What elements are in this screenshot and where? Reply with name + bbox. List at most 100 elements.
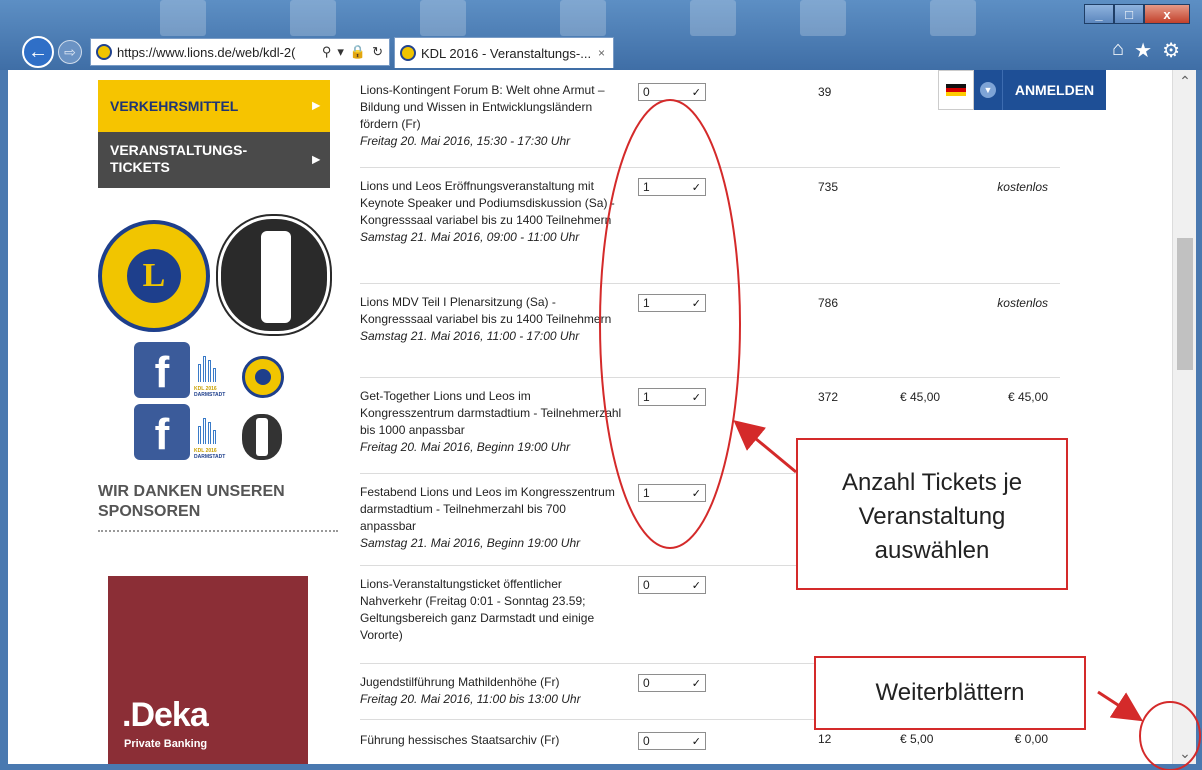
kdl-2016-logo: KDL 2016 DARMSTADT (194, 346, 238, 398)
ticket-quantity-select[interactable]: 1 ✓ (638, 178, 706, 196)
browser-tab[interactable]: KDL 2016 - Veranstaltungs-... × (394, 37, 614, 68)
lions-favicon-icon (96, 44, 112, 60)
chevron-down-icon: ✓ (691, 580, 701, 592)
lions-mini-logo (242, 356, 284, 398)
german-flag-icon (946, 84, 966, 96)
background-window-ghost (420, 0, 466, 36)
background-window-ghost (690, 0, 736, 36)
login-bar: ▼ ANMELDEN (938, 70, 1106, 110)
address-url[interactable]: https://www.lions.de/web/kdl-2( (117, 45, 316, 60)
leo-mini-logo (242, 414, 282, 460)
chevron-down-icon: ▼ (980, 82, 996, 98)
scroll-up-arrow-icon[interactable]: ⌃ (1173, 70, 1197, 92)
address-bar[interactable]: https://www.lions.de/web/kdl-2( ⚲ ▾ 🔒 ↻ (90, 38, 390, 66)
event-title: Get-Together Lions und Leos im Kongressz… (360, 389, 622, 437)
lions-international-logo: L (98, 220, 210, 332)
sidebar-item-label: VERANSTALTUNGS-TICKETS (110, 142, 248, 175)
language-dropdown-button[interactable]: ▼ (974, 70, 1002, 110)
close-window-button[interactable]: x (1144, 4, 1190, 24)
ticket-quantity-value: 1 (643, 390, 650, 404)
event-price: € 5,00 (900, 732, 934, 746)
tab-close-button[interactable]: × (590, 46, 613, 60)
ticket-quantity-select[interactable]: 0 ✓ (638, 674, 706, 692)
event-date: Freitag 20. Mai 2016, Beginn 19:00 Uhr (360, 440, 571, 454)
tickets-callout-box: Anzahl Tickets je Veranstaltung auswähle… (796, 438, 1068, 590)
vertical-scrollbar[interactable]: ⌃ ⌄ (1172, 70, 1196, 764)
facebook-icon[interactable]: f (134, 342, 190, 398)
facebook-icon[interactable]: f (134, 404, 190, 460)
facebook-leos-link[interactable]: f KDL 2016 DARMSTADT (134, 400, 282, 460)
scrollbar-thumb[interactable] (1177, 238, 1193, 370)
event-available-count: 39 (818, 85, 832, 99)
event-title: Festabend Lions und Leos im Kongresszent… (360, 485, 615, 533)
lions-logo-letter: L (124, 246, 184, 306)
event-title: Lions-Kontingent Forum B: Welt ohne Armu… (360, 83, 605, 131)
ticket-quantity-value: 0 (643, 578, 650, 592)
ticket-quantity-select[interactable]: 0 ✓ (638, 83, 706, 101)
event-title: Lions und Leos Eröffnungsveranstaltung m… (360, 179, 615, 227)
ticket-quantity-value: 0 (643, 734, 650, 748)
event-title: Lions MDV Teil I Plenarsitzung (Sa) - Ko… (360, 295, 612, 326)
search-icon[interactable]: ⚲ (322, 44, 332, 60)
chevron-down-icon: ✓ (691, 182, 701, 194)
chevron-right-icon: ▶ (312, 100, 320, 112)
home-icon[interactable]: ⌂ (1112, 38, 1124, 63)
ticket-quantity-select[interactable]: 1 ✓ (638, 484, 706, 502)
event-date: Freitag 20. Mai 2016, 15:30 - 17:30 Uhr (360, 134, 571, 148)
background-window-ghost (930, 0, 976, 36)
sidebar-item-veranstaltungs-tickets[interactable]: VERANSTALTUNGS-TICKETS ▶ (98, 132, 330, 188)
event-total: kostenlos (997, 180, 1048, 194)
browser-toolbar-icons: ⌂ ★ ⚙ (1112, 38, 1180, 63)
ticket-quantity-select[interactable]: 1 ✓ (638, 388, 706, 406)
chevron-down-icon: ✓ (691, 678, 701, 690)
background-window-ghost (160, 0, 206, 36)
forward-button[interactable]: ⇨ (58, 40, 82, 64)
window-frame (0, 764, 1202, 770)
event-title: Jugendstilführung Mathildenhöhe (Fr) (360, 675, 560, 689)
refresh-icon[interactable]: ↻ (372, 44, 383, 60)
favorites-star-icon[interactable]: ★ (1134, 38, 1152, 63)
background-window-ghost (290, 0, 336, 36)
lock-icon[interactable]: 🔒 (350, 44, 366, 60)
chevron-right-icon: ▶ (312, 154, 320, 166)
ticket-quantity-value: 0 (643, 85, 650, 99)
sidebar-item-verkehrsmittel[interactable]: VERKEHRSMITTEL ▶ (98, 80, 330, 132)
settings-gear-icon[interactable]: ⚙ (1162, 38, 1180, 63)
maximize-button[interactable]: □ (1114, 4, 1144, 24)
leo-logo-bar (261, 231, 291, 323)
chevron-down-icon: ✓ (691, 488, 701, 500)
sponsor-name: .Deka (122, 696, 209, 734)
chevron-down-icon: ✓ (691, 87, 701, 99)
ticket-quantity-value: 1 (643, 296, 650, 310)
event-price: € 45,00 (900, 390, 941, 404)
ticket-quantity-select[interactable]: 0 ✓ (638, 732, 706, 750)
back-button[interactable]: ← (22, 36, 54, 68)
event-total: € 45,00 (1007, 390, 1048, 404)
scroll-callout-text: Weiterblättern (875, 679, 1025, 706)
scroll-callout-box: Weiterblättern (814, 656, 1086, 730)
event-title: Führung hessisches Staatsarchiv (Fr) (360, 733, 560, 747)
dropdown-icon[interactable]: ▾ (337, 44, 344, 60)
event-available-count: 372 (818, 390, 839, 404)
ticket-quantity-value: 0 (643, 676, 650, 690)
ticket-quantity-value: 1 (643, 486, 650, 500)
background-window-ghost (800, 0, 846, 36)
window-controls: _ □ x (1084, 4, 1190, 24)
chevron-down-icon: ✓ (691, 298, 701, 310)
language-selector[interactable] (938, 70, 974, 110)
scroll-down-arrow-icon[interactable]: ⌄ (1173, 742, 1197, 764)
ticket-quantity-select[interactable]: 0 ✓ (638, 576, 706, 594)
leo-club-logo (218, 216, 330, 334)
event-title: Lions-Veranstaltungsticket öffentlicher … (360, 577, 595, 642)
login-button[interactable]: ANMELDEN (1002, 70, 1106, 110)
kdl-logo-city: DARMSTADT (194, 454, 226, 460)
kdl-logo-city: DARMSTADT (194, 392, 226, 398)
minimize-button[interactable]: _ (1084, 4, 1114, 24)
ticket-quantity-select[interactable]: 1 ✓ (638, 294, 706, 312)
background-window-ghost (560, 0, 606, 36)
chevron-down-icon: ✓ (691, 392, 701, 404)
tickets-callout-text: Anzahl Tickets je Veranstaltung auswähle… (841, 469, 1023, 564)
chevron-down-icon: ✓ (691, 736, 701, 748)
facebook-lions-link[interactable]: f KDL 2016 DARMSTADT (134, 338, 284, 398)
deka-sponsor-banner[interactable]: .Deka Private Banking (108, 576, 308, 764)
